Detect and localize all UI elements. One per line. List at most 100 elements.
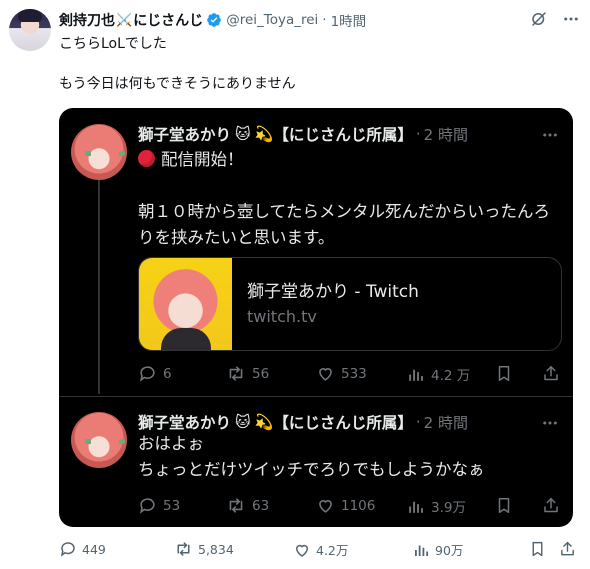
quoted-author-avatar[interactable] [71,124,127,180]
repost-button[interactable]: 63 [226,496,269,515]
verified-icon [206,12,222,28]
quoted-more-button[interactable] [541,414,559,432]
like-icon [293,541,311,559]
quoted-timestamp[interactable]: 2 時間 [424,124,468,145]
quoted-author-affiliation[interactable]: 【にじさんじ所属】 [273,411,413,433]
views-count: 90万 [435,543,464,558]
like-button[interactable]: 533 [316,364,367,383]
live-start-text: 配信開始！ [161,150,244,169]
reply-count: 6 [163,365,172,382]
views-button[interactable]: 4.2 万 [406,364,470,384]
quoted-post-text: 朝１０時から壺してたらメンタル死んだからいったんろりを挟みたいと思います。 [138,202,551,247]
quoted-author-name[interactable]: 獅子堂あかり [138,123,231,145]
swords-emoji: ⚔️ [116,12,133,28]
tweet-action-bar: 449 5,834 4.2万 90万 [59,540,579,560]
tweet-timestamp[interactable]: 1時間 [331,10,367,30]
repost-count: 63 [252,497,270,514]
bookmark-icon [495,496,513,515]
views-button[interactable]: 90万 [412,540,463,559]
sparkle-emoji: 💫 [254,125,274,143]
reply-button[interactable]: 53 [138,496,180,515]
bookmark-icon [529,540,546,558]
share-icon [559,540,576,558]
separator-dot: · [322,12,327,28]
grok-icon [530,10,548,28]
cat-emoji: 🐱 [235,413,251,431]
quoted-action-bar: 53 63 1106 3.9万 [138,496,562,516]
quoted-post-header: 獅子堂あかり 🐱 💫 【にじさんじ所属】 · 2 時間 [138,122,468,146]
views-icon [406,497,425,516]
repost-button[interactable]: 5,834 [174,540,234,558]
like-count: 533 [341,365,367,382]
reply-count: 449 [82,541,106,557]
repost-icon [226,496,246,515]
thread-connector [98,180,100,394]
bookmark-icon [495,364,513,383]
bookmark-button[interactable] [529,540,546,558]
like-icon [316,364,335,383]
quoted-text-line: ちょっとだけツイッチでろりでもしようかなぁ [138,460,485,479]
quoted-action-bar: 6 56 533 4.2 万 [138,364,562,384]
share-button[interactable] [542,496,560,515]
repost-count: 56 [252,365,270,382]
tweet-body: こちらLoLでした もう今日は何もできそうにありません [59,34,296,114]
quoted-author-name[interactable]: 獅子堂あかり [138,411,231,433]
like-button[interactable]: 4.2万 [293,540,348,559]
separator-dot: · [415,125,421,143]
views-count: 3.9万 [431,500,466,516]
author-avatar[interactable] [9,9,51,51]
tweet-text-line: こちらLoLでした [59,36,167,52]
quoted-author-affiliation[interactable]: 【にじさんじ所属】 [273,123,413,145]
views-count: 4.2 万 [431,368,471,384]
quoted-post-body: 配信開始！ [138,147,558,173]
author-handle[interactable]: @rei_Toya_rei [226,12,318,28]
quoted-more-button[interactable] [541,126,559,144]
bookmark-button[interactable] [495,364,513,383]
more-icon [541,414,559,432]
link-title: 獅子堂あかり - Twitch [247,282,419,302]
views-icon [406,365,425,384]
repost-icon [174,540,193,558]
twitch-link-card[interactable]: 獅子堂あかり - Twitch twitch.tv [138,257,562,351]
like-icon [316,496,335,515]
separator-dot: · [415,413,421,431]
share-icon [542,496,560,515]
reply-button[interactable]: 449 [59,540,106,558]
quoted-thread-card[interactable]: 獅子堂あかり 🐱 💫 【にじさんじ所属】 · 2 時間 配信開始！ 朝１０時から… [59,108,573,527]
author-affiliation[interactable]: にじさんじ [133,10,203,30]
more-icon [541,126,559,144]
bookmark-button[interactable] [495,496,513,515]
reply-icon [59,540,77,558]
reply-button[interactable]: 6 [138,364,172,383]
tweet-text-line: もう今日は何もできそうにありません [59,76,296,92]
reply-icon [138,364,157,383]
share-icon [542,364,560,383]
quoted-author-avatar[interactable] [71,412,127,468]
like-count: 1106 [341,497,376,514]
share-button[interactable] [542,364,560,383]
more-options-button[interactable] [562,10,580,28]
repost-icon [226,364,246,383]
quoted-timestamp[interactable]: 2 時間 [424,412,468,433]
cat-emoji: 🐱 [235,125,251,143]
repost-button[interactable]: 56 [226,364,269,383]
more-icon [562,10,580,28]
quoted-text-line: おはよぉ [138,434,204,453]
tweet-header: 剣持刀也 ⚔️ にじさんじ @rei_Toya_rei · 1時間 [59,9,366,31]
views-button[interactable]: 3.9万 [406,496,466,516]
divider [59,396,573,397]
repost-count: 5,834 [198,541,234,557]
author-display-name[interactable]: 剣持刀也 [59,10,115,30]
share-button[interactable] [559,540,576,558]
reply-icon [138,496,157,515]
quoted-post-body: おはよぉ ちょっとだけツイッチでろりでもしようかなぁ [138,431,558,483]
grok-button[interactable] [530,10,548,28]
like-count: 4.2万 [316,543,349,558]
reply-count: 53 [163,497,181,514]
sparkle-emoji: 💫 [254,413,274,431]
views-icon [412,541,430,559]
red-circle-emoji [138,150,155,167]
link-domain: twitch.tv [247,307,317,326]
link-thumbnail [139,258,232,350]
like-button[interactable]: 1106 [316,496,375,515]
